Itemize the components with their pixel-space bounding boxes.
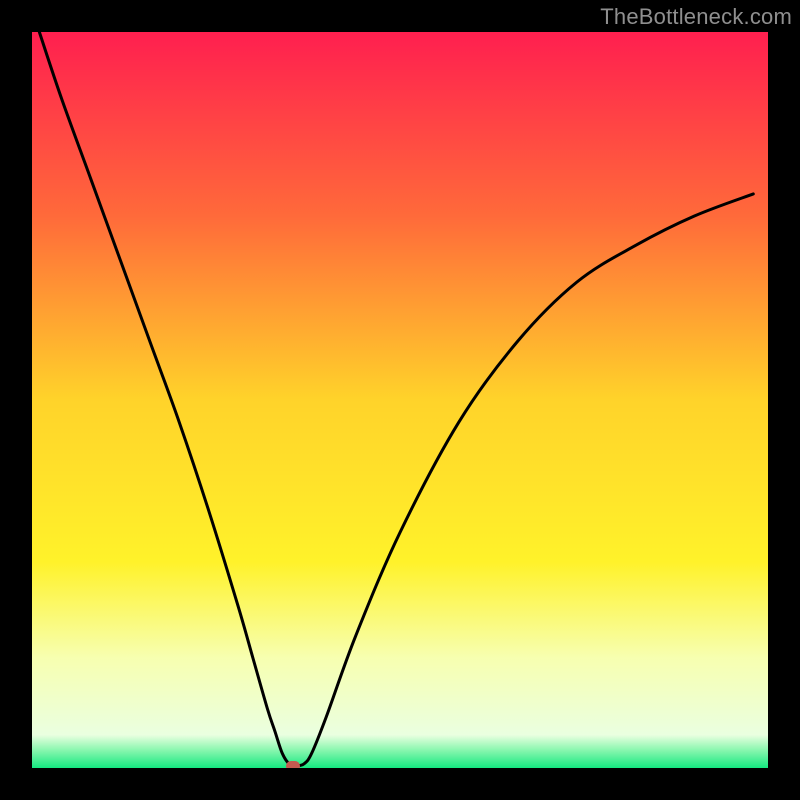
chart-frame: TheBottleneck.com <box>0 0 800 800</box>
watermark-text: TheBottleneck.com <box>600 4 792 30</box>
plot-area <box>32 32 768 768</box>
bottleneck-curve <box>32 32 768 768</box>
minimum-marker <box>286 761 300 768</box>
